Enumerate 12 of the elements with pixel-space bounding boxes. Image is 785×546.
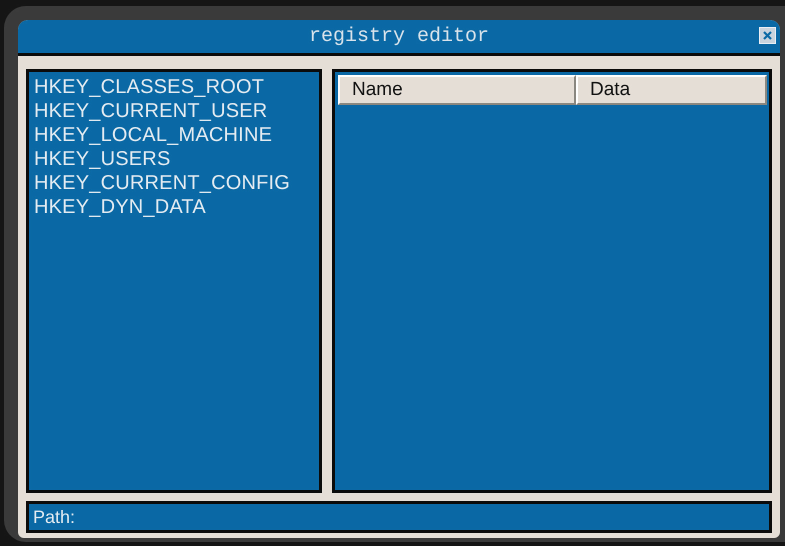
tree-item[interactable]: HKEY_USERS (34, 147, 319, 171)
tree-item[interactable]: HKEY_CURRENT_CONFIG (34, 171, 319, 195)
tree-item[interactable]: HKEY_LOCAL_MACHINE (34, 123, 319, 147)
column-header[interactable]: Data (576, 75, 767, 105)
column-header[interactable]: Name (338, 75, 576, 105)
tree-item[interactable]: HKEY_DYN_DATA (34, 195, 319, 219)
close-button[interactable] (759, 27, 776, 44)
tree-item[interactable]: HKEY_CLASSES_ROOT (34, 75, 319, 99)
tree-item[interactable]: HKEY_CURRENT_USER (34, 99, 319, 123)
path-label: Path: (33, 506, 76, 528)
window-title: registry editor (308, 24, 490, 50)
close-icon (762, 30, 773, 41)
